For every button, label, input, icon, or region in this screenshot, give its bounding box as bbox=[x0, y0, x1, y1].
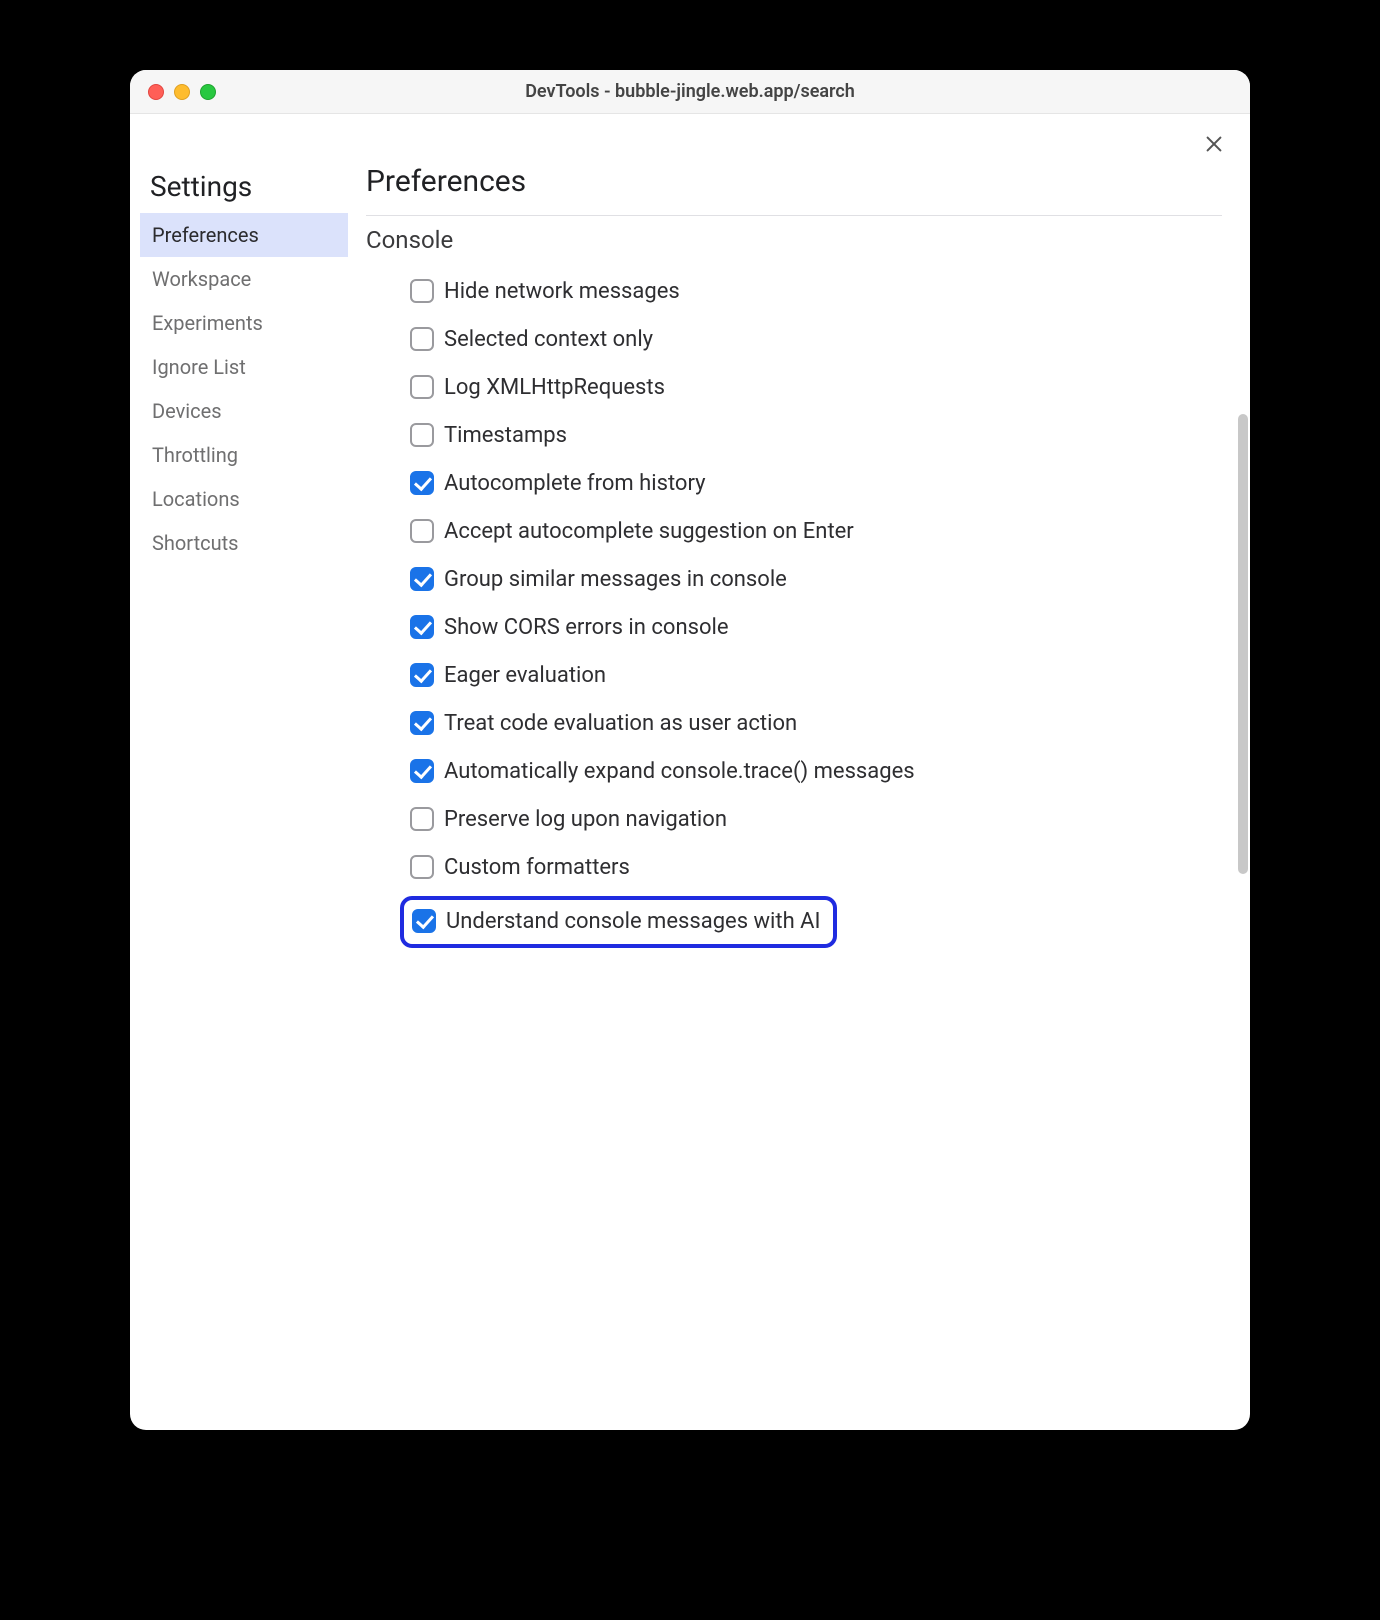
sidebar-title: Settings bbox=[140, 164, 348, 213]
option-label: Hide network messages bbox=[444, 278, 680, 306]
option-auto-expand-console-trace[interactable]: Automatically expand console.trace() mes… bbox=[410, 748, 1222, 796]
page-title: Preferences bbox=[366, 164, 1222, 209]
window-title: DevTools - bubble-jingle.web.app/search bbox=[130, 81, 1250, 102]
checkbox[interactable] bbox=[410, 855, 434, 879]
option-label: Show CORS errors in console bbox=[444, 614, 729, 642]
window-maximize-button[interactable] bbox=[200, 84, 216, 100]
option-selected-context-only[interactable]: Selected context only bbox=[410, 316, 1222, 364]
option-show-cors-errors[interactable]: Show CORS errors in console bbox=[410, 604, 1222, 652]
settings-sidebar: Settings Preferences Workspace Experimen… bbox=[130, 114, 348, 1430]
sidebar-item-shortcuts[interactable]: Shortcuts bbox=[140, 521, 348, 565]
option-understand-console-messages-with-ai[interactable]: Understand console messages with AI bbox=[400, 896, 837, 948]
close-settings-button[interactable] bbox=[1200, 132, 1228, 160]
main-pane: Preferences Console Hide network message… bbox=[348, 114, 1250, 1430]
sidebar-item-label: Throttling bbox=[152, 443, 238, 467]
option-label: Accept autocomplete suggestion on Enter bbox=[444, 518, 854, 546]
option-label: Group similar messages in console bbox=[444, 566, 787, 594]
checkbox[interactable] bbox=[410, 711, 434, 735]
section-title-console: Console bbox=[366, 226, 1222, 254]
option-label: Preserve log upon navigation bbox=[444, 806, 727, 834]
close-icon bbox=[1203, 133, 1225, 159]
window-close-button[interactable] bbox=[148, 84, 164, 100]
checkbox[interactable] bbox=[412, 909, 436, 933]
option-log-xmlhttprequests[interactable]: Log XMLHttpRequests bbox=[410, 364, 1222, 412]
option-label: Custom formatters bbox=[444, 854, 630, 882]
checkbox[interactable] bbox=[410, 327, 434, 351]
sidebar-item-label: Workspace bbox=[152, 267, 251, 291]
divider bbox=[366, 215, 1222, 216]
option-label: Automatically expand console.trace() mes… bbox=[444, 758, 915, 786]
option-timestamps[interactable]: Timestamps bbox=[410, 412, 1222, 460]
sidebar-item-preferences[interactable]: Preferences bbox=[140, 213, 348, 257]
checkbox[interactable] bbox=[410, 519, 434, 543]
option-accept-autocomplete-on-enter[interactable]: Accept autocomplete suggestion on Enter bbox=[410, 508, 1222, 556]
option-autocomplete-from-history[interactable]: Autocomplete from history bbox=[410, 460, 1222, 508]
option-preserve-log-upon-navigation[interactable]: Preserve log upon navigation bbox=[410, 796, 1222, 844]
option-group-similar-messages[interactable]: Group similar messages in console bbox=[410, 556, 1222, 604]
sidebar-item-label: Preferences bbox=[152, 223, 259, 247]
sidebar-item-label: Devices bbox=[152, 399, 222, 423]
console-options: Hide network messages Selected context o… bbox=[366, 268, 1222, 948]
option-treat-code-eval-as-user-action[interactable]: Treat code evaluation as user action bbox=[410, 700, 1222, 748]
sidebar-item-throttling[interactable]: Throttling bbox=[140, 433, 348, 477]
checkbox[interactable] bbox=[410, 663, 434, 687]
sidebar-item-label: Ignore List bbox=[152, 355, 246, 379]
sidebar-item-experiments[interactable]: Experiments bbox=[140, 301, 348, 345]
sidebar-item-label: Shortcuts bbox=[152, 531, 238, 555]
option-label: Understand console messages with AI bbox=[446, 908, 821, 936]
checkbox[interactable] bbox=[410, 471, 434, 495]
option-label: Autocomplete from history bbox=[444, 470, 706, 498]
option-custom-formatters[interactable]: Custom formatters bbox=[410, 844, 1222, 892]
option-label: Log XMLHttpRequests bbox=[444, 374, 665, 402]
sidebar-item-label: Locations bbox=[152, 487, 240, 511]
checkbox[interactable] bbox=[410, 567, 434, 591]
sidebar-item-label: Experiments bbox=[152, 311, 263, 335]
checkbox[interactable] bbox=[410, 423, 434, 447]
checkbox[interactable] bbox=[410, 615, 434, 639]
devtools-window: DevTools - bubble-jingle.web.app/search … bbox=[130, 70, 1250, 1430]
option-label: Selected context only bbox=[444, 326, 653, 354]
scrollbar-thumb[interactable] bbox=[1238, 414, 1248, 874]
option-eager-evaluation[interactable]: Eager evaluation bbox=[410, 652, 1222, 700]
sidebar-item-workspace[interactable]: Workspace bbox=[140, 257, 348, 301]
sidebar-item-locations[interactable]: Locations bbox=[140, 477, 348, 521]
checkbox[interactable] bbox=[410, 375, 434, 399]
checkbox[interactable] bbox=[410, 807, 434, 831]
window-minimize-button[interactable] bbox=[174, 84, 190, 100]
traffic-lights bbox=[130, 84, 216, 100]
option-label: Eager evaluation bbox=[444, 662, 606, 690]
sidebar-item-ignore-list[interactable]: Ignore List bbox=[140, 345, 348, 389]
checkbox[interactable] bbox=[410, 279, 434, 303]
option-label: Treat code evaluation as user action bbox=[444, 710, 797, 738]
checkbox[interactable] bbox=[410, 759, 434, 783]
window-body: Settings Preferences Workspace Experimen… bbox=[130, 114, 1250, 1430]
sidebar-item-devices[interactable]: Devices bbox=[140, 389, 348, 433]
option-label: Timestamps bbox=[444, 422, 567, 450]
titlebar: DevTools - bubble-jingle.web.app/search bbox=[130, 70, 1250, 114]
sidebar-list: Preferences Workspace Experiments Ignore… bbox=[140, 213, 348, 565]
option-hide-network-messages[interactable]: Hide network messages bbox=[410, 268, 1222, 316]
